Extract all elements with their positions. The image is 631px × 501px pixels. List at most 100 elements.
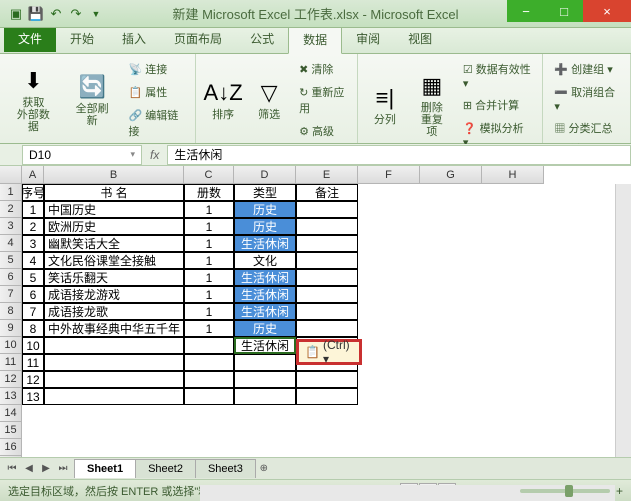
row-header-17[interactable]: 17 <box>0 456 22 457</box>
ribbon-small-button[interactable]: ⊞ 合并计算 <box>458 94 537 116</box>
minimize-button[interactable]: − <box>507 0 545 22</box>
sheet-tab-Sheet1[interactable]: Sheet1 <box>74 459 136 478</box>
column-header-B[interactable]: B <box>44 166 184 184</box>
cell-C1[interactable]: 册数 <box>184 184 234 201</box>
cell-A12[interactable]: 12 <box>22 371 44 388</box>
tab-审阅[interactable]: 审阅 <box>342 25 394 53</box>
cell-A13[interactable]: 13 <box>22 388 44 405</box>
row-header-5[interactable]: 5 <box>0 252 22 269</box>
tab-页面布局[interactable]: 页面布局 <box>160 25 236 53</box>
row-header-7[interactable]: 7 <box>0 286 22 303</box>
row-header-12[interactable]: 12 <box>0 371 22 388</box>
cell-B6[interactable]: 笑话乐翻天 <box>44 269 184 286</box>
cell-C2[interactable]: 1 <box>184 201 234 218</box>
cell-D9[interactable]: 历史 <box>234 320 296 337</box>
row-header-4[interactable]: 4 <box>0 235 22 252</box>
ribbon-small-button[interactable]: ▦ 分类汇总 <box>549 117 624 139</box>
cell-E13[interactable] <box>296 388 358 405</box>
zoom-slider[interactable] <box>520 489 610 493</box>
cell-A6[interactable]: 5 <box>22 269 44 286</box>
tab-数据[interactable]: 数据 <box>288 25 342 54</box>
cell-E5[interactable] <box>296 252 358 269</box>
cell-A8[interactable]: 7 <box>22 303 44 320</box>
ribbon-small-button[interactable]: ↻ 重新应用 <box>294 81 351 119</box>
tab-公式[interactable]: 公式 <box>236 25 288 53</box>
column-header-A[interactable]: A <box>22 166 44 184</box>
name-box-dropdown-icon[interactable]: ▾ <box>130 149 135 160</box>
sheet-next-icon[interactable]: ▶ <box>38 461 54 477</box>
column-header-G[interactable]: G <box>420 166 482 184</box>
sheet-last-icon[interactable]: ⏭ <box>55 461 71 477</box>
cell-C4[interactable]: 1 <box>184 235 234 252</box>
tab-开始[interactable]: 开始 <box>56 25 108 53</box>
cell-D2[interactable]: 历史 <box>234 201 296 218</box>
ribbon-small-button[interactable]: ➖ 取消组合 ▾ <box>549 81 624 116</box>
row-header-11[interactable]: 11 <box>0 354 22 371</box>
ribbon-button[interactable]: 🔄全部刷新 <box>65 58 120 142</box>
sheet-prev-icon[interactable]: ◀ <box>21 461 37 477</box>
cell-C13[interactable] <box>184 388 234 405</box>
column-header-E[interactable]: E <box>296 166 358 184</box>
cell-C11[interactable] <box>184 354 234 371</box>
redo-icon[interactable]: ↷ <box>68 6 84 22</box>
cell-D5[interactable]: 文化 <box>234 252 296 269</box>
cell-A9[interactable]: 8 <box>22 320 44 337</box>
cell-E6[interactable] <box>296 269 358 286</box>
ribbon-small-button[interactable]: 📋 属性 <box>124 81 190 103</box>
cell-C7[interactable]: 1 <box>184 286 234 303</box>
sheet-first-icon[interactable]: ⏮ <box>4 461 20 477</box>
cell-D3[interactable]: 历史 <box>234 218 296 235</box>
tab-视图[interactable]: 视图 <box>394 25 446 53</box>
formula-bar[interactable]: 生活休闲 <box>167 145 631 165</box>
column-header-H[interactable]: H <box>482 166 544 184</box>
cell-B2[interactable]: 中国历史 <box>44 201 184 218</box>
cell-D11[interactable] <box>234 354 296 371</box>
column-header-C[interactable]: C <box>184 166 234 184</box>
cell-D12[interactable] <box>234 371 296 388</box>
row-header-2[interactable]: 2 <box>0 201 22 218</box>
cell-C5[interactable]: 1 <box>184 252 234 269</box>
row-header-6[interactable]: 6 <box>0 269 22 286</box>
cell-D8[interactable]: 生活休闲 <box>234 303 296 320</box>
row-header-13[interactable]: 13 <box>0 388 22 405</box>
cell-D10[interactable]: 生活休闲 <box>234 337 296 354</box>
qat-dropdown-icon[interactable]: ▼ <box>88 6 104 22</box>
cell-B7[interactable]: 成语接龙游戏 <box>44 286 184 303</box>
cell-B11[interactable] <box>44 354 184 371</box>
cell-E9[interactable] <box>296 320 358 337</box>
spreadsheet-grid[interactable]: ABCDEFGH 1234567891011121314151617 序号书 名… <box>0 166 631 457</box>
insert-sheet-icon[interactable]: ⊕ <box>256 461 272 477</box>
cell-D7[interactable]: 生活休闲 <box>234 286 296 303</box>
cell-D13[interactable] <box>234 388 296 405</box>
cell-C6[interactable]: 1 <box>184 269 234 286</box>
cell-B8[interactable]: 成语接龙歌 <box>44 303 184 320</box>
row-header-15[interactable]: 15 <box>0 422 22 439</box>
tab-file[interactable]: 文件 <box>4 25 56 52</box>
cell-A5[interactable]: 4 <box>22 252 44 269</box>
ribbon-button[interactable]: ▦删除重复项 <box>410 58 454 152</box>
maximize-button[interactable]: □ <box>545 0 583 22</box>
ribbon-small-button[interactable]: 🔗 编辑链接 <box>124 104 190 142</box>
paste-options-tag[interactable]: 📋(Ctrl) ▾ <box>296 339 362 365</box>
cell-B12[interactable] <box>44 371 184 388</box>
cell-A7[interactable]: 6 <box>22 286 44 303</box>
cell-B10[interactable] <box>44 337 184 354</box>
row-header-14[interactable]: 14 <box>0 405 22 422</box>
cell-B13[interactable] <box>44 388 184 405</box>
cell-C12[interactable] <box>184 371 234 388</box>
cell-A4[interactable]: 3 <box>22 235 44 252</box>
ribbon-small-button[interactable]: ☑ 数据有效性 ▾ <box>458 58 537 93</box>
zoom-in-button[interactable]: + <box>616 484 623 498</box>
undo-icon[interactable]: ↶ <box>48 6 64 22</box>
row-header-8[interactable]: 8 <box>0 303 22 320</box>
column-header-D[interactable]: D <box>234 166 296 184</box>
sheet-tab-Sheet3[interactable]: Sheet3 <box>195 459 256 478</box>
horizontal-scrollbar[interactable] <box>200 485 615 501</box>
cell-B9[interactable]: 中外故事经典中华五千年 <box>44 320 184 337</box>
row-header-9[interactable]: 9 <box>0 320 22 337</box>
cell-E1[interactable]: 备注 <box>296 184 358 201</box>
cell-A2[interactable]: 1 <box>22 201 44 218</box>
cell-B1[interactable]: 书 名 <box>44 184 184 201</box>
cell-E2[interactable] <box>296 201 358 218</box>
row-header-10[interactable]: 10 <box>0 337 22 354</box>
